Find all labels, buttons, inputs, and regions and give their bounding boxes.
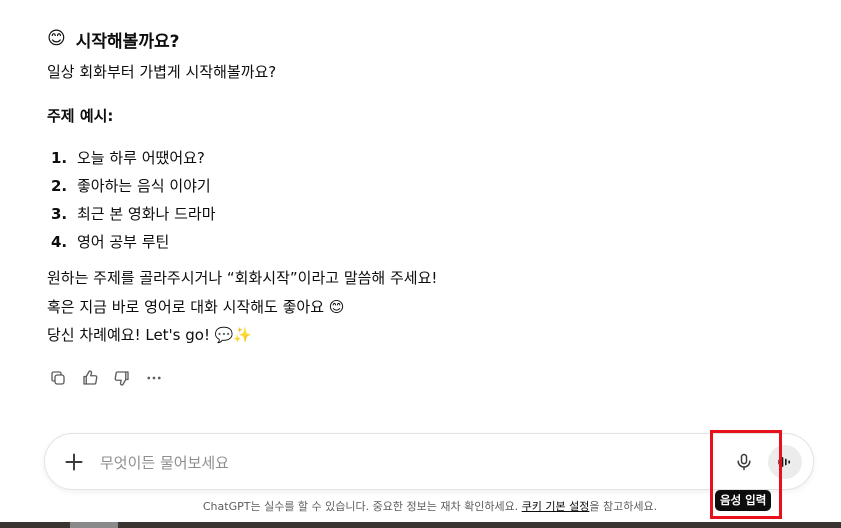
copy-icon [51,371,65,385]
message-heading: 😊 시작해볼까요? [47,24,807,54]
intro-text: 일상 회화부터 가볍게 시작해볼까요? [47,63,277,81]
chat-page: 😊 시작해볼까요? 일상 회화부터 가볍게 시작해볼까요? 주제 예시: 1. … [0,0,841,528]
copy-button[interactable] [46,366,70,390]
disclaimer-text: ChatGPT는 실수를 할 수 있습니다. 중요한 정보는 재차 확인하세요.… [0,498,841,514]
closing-line: 원하는 주제를 골라주시거나 “회화시작”이라고 말씀해 주세요! [47,269,438,287]
closing-line: 당신 차례예요! Let's go! 💬✨ [47,326,253,344]
heading-text: 시작해볼까요? [75,31,180,52]
list-number: 2. [51,177,68,195]
list-number: 1. [51,149,68,167]
taskbar-strip [0,522,841,528]
list-item: 2. 좋아하는 음식 이야기 [47,172,807,200]
topics-subheading: 주제 예시: [47,107,114,125]
thumbs-down-button[interactable] [110,366,134,390]
closing-line: 혹은 지금 바로 영어로 대화 시작해도 좋아요 😊 [47,297,345,316]
cookie-preferences-link[interactable]: 쿠키 기본 설정 [522,500,590,513]
list-item: 1. 오늘 하루 어땠어요? [47,144,807,172]
disclaimer-suffix: 을 참고하세요. [589,500,658,513]
list-text: 영어 공부 루틴 [77,233,170,251]
chat-composer [44,433,814,490]
list-text: 최근 본 영화나 드라마 [77,205,216,223]
message-actions [46,366,166,390]
thumbs-up-icon [83,370,98,385]
topic-list: 1. 오늘 하루 어땠어요? 2. 좋아하는 음식 이야기 3. 최근 본 영화… [47,144,807,256]
voice-mode-button[interactable] [768,445,802,479]
add-attachment-button[interactable] [61,449,87,475]
microphone-icon [737,453,751,471]
list-item: 4. 영어 공부 루틴 [47,228,807,256]
thumbs-down-icon [114,371,129,386]
list-item: 3. 최근 본 영화나 드라마 [47,200,807,228]
more-icon [147,376,161,380]
list-text: 오늘 하루 어땠어요? [77,149,205,167]
list-number: 4. [51,233,68,251]
list-text: 좋아하는 음식 이야기 [77,177,211,195]
prompt-input[interactable] [98,450,662,476]
closing-paragraph: 원하는 주제를 골라주시거나 “회화시작”이라고 말씀해 주세요! 혹은 지금 … [47,264,807,350]
smile-emoji: 😊 [47,28,66,49]
waveform-icon [778,457,790,467]
voice-input-button[interactable] [728,446,760,478]
assistant-message: 😊 시작해볼까요? 일상 회화부터 가볍게 시작해볼까요? 주제 예시: 1. … [47,24,807,350]
taskbar-segment [70,522,118,528]
thumbs-up-button[interactable] [78,366,102,390]
plus-icon [65,453,83,471]
more-button[interactable] [142,366,166,390]
disclaimer-prefix: ChatGPT는 실수를 할 수 있습니다. 중요한 정보는 재차 확인하세요. [202,500,522,513]
list-number: 3. [51,205,68,223]
